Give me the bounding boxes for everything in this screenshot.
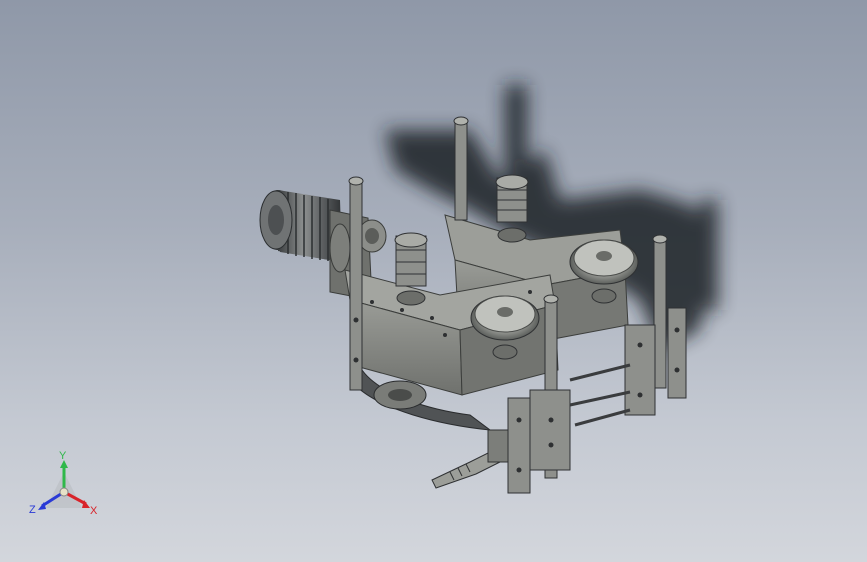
graphics-viewport[interactable]: Y X Z	[0, 0, 867, 562]
spindle-front[interactable]	[394, 232, 428, 306]
guide-rods[interactable]	[569, 363, 631, 427]
model-canvas[interactable]	[0, 0, 867, 562]
coordinate-triad	[38, 460, 90, 510]
tool-nozzle[interactable]	[431, 429, 509, 489]
triad-y-label: Y	[59, 450, 67, 462]
triad-x-label: X	[90, 505, 98, 517]
triad-z-label: Z	[29, 504, 36, 516]
spindle-rear[interactable]	[495, 174, 529, 243]
